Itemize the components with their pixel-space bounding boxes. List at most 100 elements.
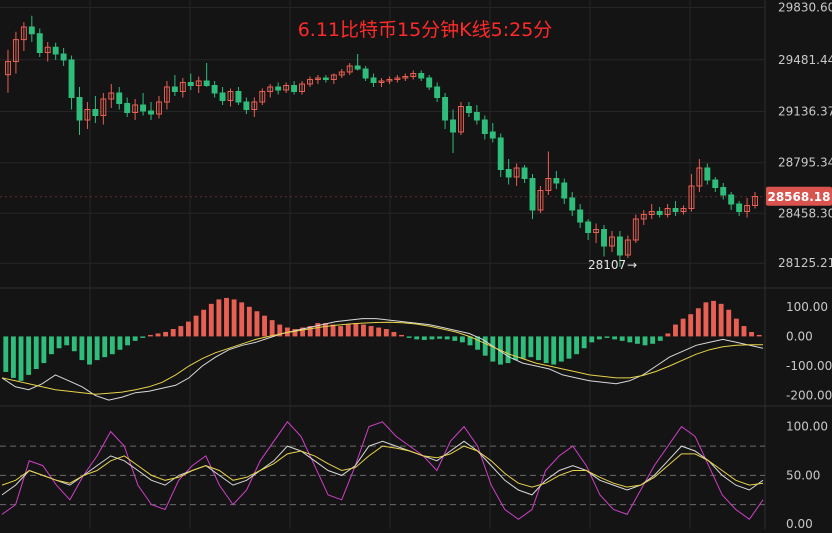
macd-histogram-bar [634,336,640,344]
candle-body [561,182,568,199]
current-price-label: 28568.18 [767,190,830,204]
candle-body [68,59,75,98]
candle-body [354,65,361,70]
macd-histogram-bar [155,333,161,337]
kdj-tick-label: 0.00 [786,517,813,529]
low-annotation: 28107 → [588,258,637,272]
macd-histogram-bar [437,336,443,339]
macd-histogram-bar [140,336,146,338]
macd-histogram-bar [208,303,214,337]
candle-body [450,119,456,133]
macd-histogram-bar [650,336,656,344]
macd-histogram-bar [741,326,747,337]
candle-body [656,211,663,215]
macd-histogram-bar [254,311,260,337]
candle-body [465,106,472,113]
candle-body [92,109,99,116]
macd-histogram-bar [216,299,222,337]
macd-histogram-bar [239,302,245,337]
macd-histogram-bar [147,334,153,337]
macd-histogram-bar [421,336,427,340]
chart-title: 6.11比特币15分钟K线5:25分 [298,19,553,41]
chart-canvas: 29830.60 29481.44 29136.37 28795.34 28458.30… [0,0,832,531]
macd-histogram-bar [558,336,564,362]
candle-body [569,197,576,211]
low-arrow-icon: → [627,258,637,272]
candle-body [203,80,210,86]
candle-body [52,46,59,55]
macd-histogram-bar [459,336,465,343]
macd-histogram-bar [703,302,709,337]
macd-histogram-bar [330,324,336,337]
candle-body [275,86,282,91]
macd-histogram-bar [444,336,450,340]
price-tick-label: 29481.44 [778,53,832,67]
macd-histogram-bar [231,299,237,337]
macd-histogram-bar [193,315,199,337]
macd-histogram-bar [718,303,724,337]
macd-histogram-bar [170,329,176,337]
macd-histogram-bar [665,333,671,337]
macd-histogram-bar [726,309,732,337]
macd-histogram-bar [528,336,534,358]
macd-histogram-bar [574,336,579,355]
macd-histogram-bar [505,336,511,364]
macd-histogram-bar [429,336,435,340]
macd-histogram-bar [619,336,625,341]
kline-chart: 29830.60 29481.44 29136.37 28795.34 28458.30… [0,0,832,531]
macd-histogram-bar [269,320,275,337]
macd-histogram-bar [520,336,526,359]
macd-histogram-bar [186,321,191,337]
macd-histogram-bar [452,336,458,341]
macd-histogram-bar [581,336,587,349]
macd-histogram-bar [543,336,549,364]
candle-body [60,53,67,61]
macd-histogram-bar [749,331,755,337]
macd-histogram-bar [322,323,328,337]
macd-tick-label: 0.00 [786,329,813,343]
macd-histogram-bar [71,336,77,352]
macd-histogram-bar [224,297,229,337]
candle-body [140,104,147,112]
macd-histogram-bar [399,334,404,337]
macd-histogram-bar [589,336,595,343]
macd-histogram-bar [612,336,618,340]
candle-body [219,92,226,101]
macd-histogram-bar [26,336,32,375]
macd-histogram-bar [688,314,694,337]
macd-histogram-bar [566,336,572,359]
candle-body [497,137,504,170]
macd-histogram-bar [201,309,207,337]
macd-histogram-bar [680,318,686,337]
macd-histogram-bar [756,334,762,337]
macd-histogram-bar [657,336,663,341]
macd-histogram-bar [87,336,92,365]
candle-body [720,187,727,196]
macd-histogram-bar [482,336,488,356]
macd-histogram-bar [79,336,85,361]
macd-histogram-bar [627,336,633,343]
macd-histogram-bar [246,306,252,337]
candle-body [601,229,607,247]
macd-histogram-bar [383,329,389,337]
macd-histogram-bar [596,336,602,340]
candle-body [370,77,377,83]
candle-body [418,73,425,79]
kdj-tick-label: 100.00 [786,420,828,434]
candle-body [505,169,512,178]
macd-histogram-bar [132,336,138,341]
macd-histogram-bar [33,336,39,369]
candle-body [712,179,719,188]
macd-histogram-bar [338,326,344,337]
macd-histogram-bar [353,323,359,337]
macd-histogram-bar [391,331,397,337]
macd-histogram-bar [414,336,420,340]
price-tick-label: 28795.34 [778,156,832,170]
candle-body [243,101,250,110]
macd-histogram-bar [711,300,716,337]
macd-histogram-bar [642,336,648,346]
candle-body [116,92,123,104]
macd-tick-label: -200.00 [786,389,832,403]
macd-histogram-bar [551,336,557,365]
macd-histogram-bar [178,326,184,337]
